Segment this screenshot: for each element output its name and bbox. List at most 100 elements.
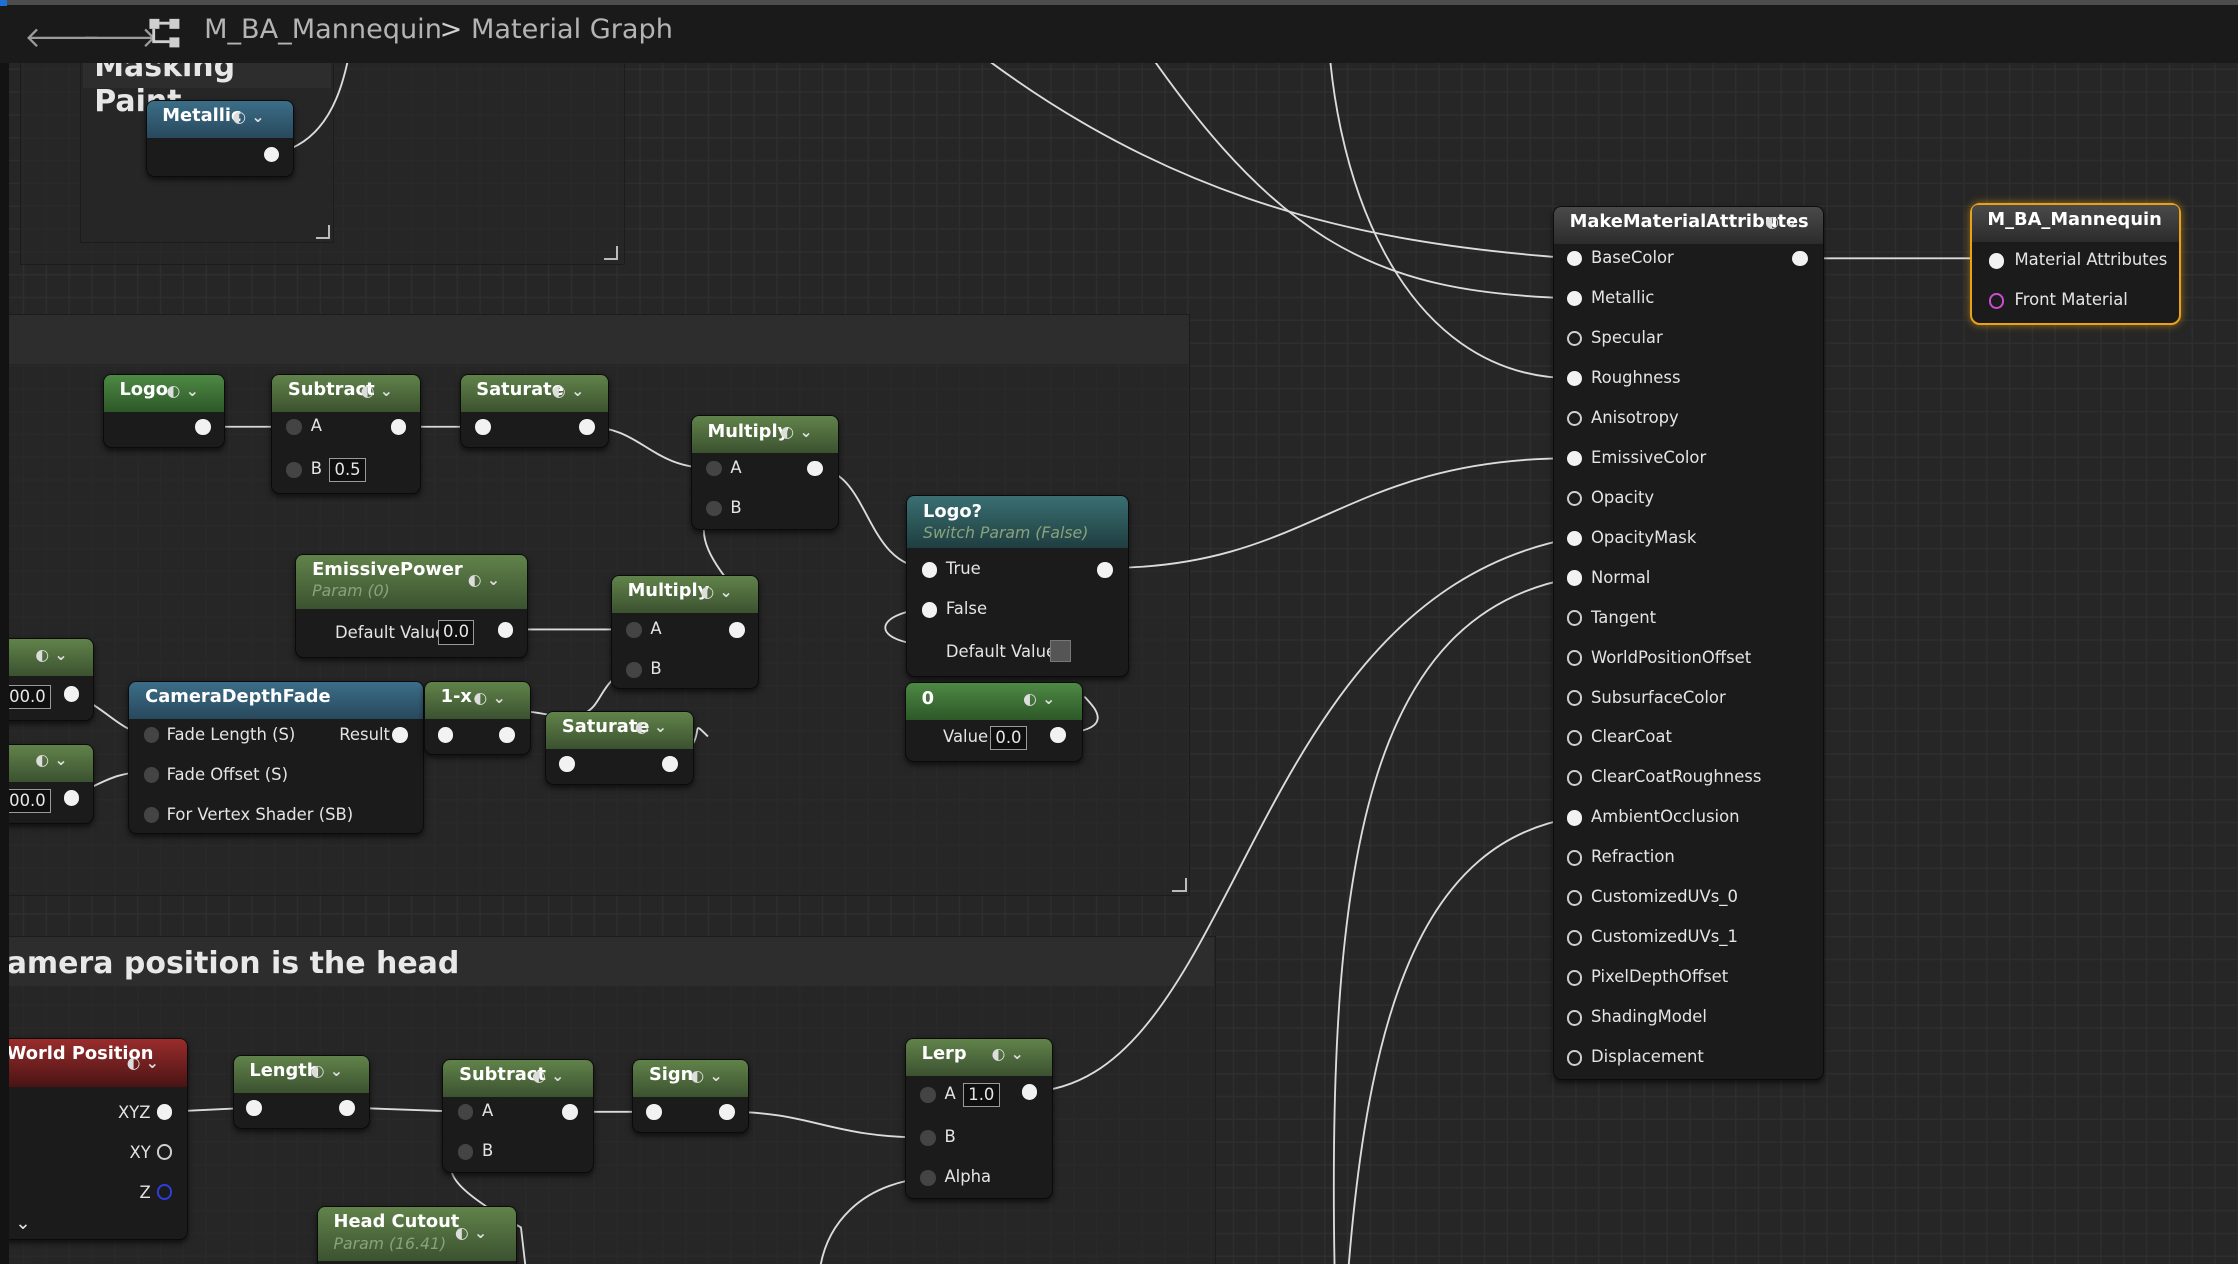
input-pin-false[interactable] [921, 601, 938, 618]
input-pin-a[interactable] [457, 1104, 474, 1120]
input-pin[interactable] [437, 727, 454, 744]
value-field[interactable]: 0.5 [329, 457, 366, 482]
preview-toggle-icon[interactable]: ◐ ⌄ [167, 381, 199, 400]
output-pin[interactable] [1050, 727, 1066, 744]
input-pin-true[interactable] [921, 561, 938, 578]
node-constant-zero[interactable]: 0 ◐ ⌄ Value 0.0 [904, 682, 1084, 763]
input-pin-basecolor[interactable] [1566, 250, 1583, 267]
breadcrumb-graph[interactable]: Material Graph [471, 14, 673, 45]
input-pin-ambientocclusion[interactable] [1566, 810, 1583, 826]
input-pin-b[interactable] [286, 462, 303, 478]
preview-toggle-icon[interactable]: ◐ ⌄ [35, 645, 67, 664]
input-pin-fade-offset[interactable] [143, 767, 160, 784]
output-pin[interactable] [499, 727, 515, 744]
output-pin[interactable] [661, 756, 678, 772]
input-pin-alpha[interactable] [920, 1169, 936, 1186]
input-pin[interactable] [559, 756, 575, 772]
input-pin-opacitymask[interactable] [1566, 530, 1583, 547]
preview-toggle-icon[interactable]: ◐ ⌄ [1023, 689, 1055, 708]
input-pin-anisotropy[interactable] [1566, 410, 1583, 427]
node-sign[interactable]: Sign ◐ ⌄ [632, 1059, 750, 1134]
node-saturate[interactable]: Saturate ◐ ⌄ [459, 373, 610, 449]
forward-arrow-icon[interactable]: 🡒 [81, 19, 158, 54]
node-length[interactable]: Length ◐ ⌄ [232, 1054, 370, 1129]
output-pin[interactable] [497, 621, 514, 638]
node-subtract[interactable]: Subtract ◐ ⌄ A B 0.5 [271, 373, 422, 494]
preview-toggle-icon[interactable]: ◐ ⌄ [35, 750, 67, 769]
output-pin[interactable] [63, 790, 80, 806]
output-pin-xyz[interactable] [156, 1104, 173, 1120]
input-pin-front-material[interactable] [1988, 293, 2005, 309]
preview-toggle-icon[interactable]: ◐ ⌄ [232, 107, 264, 126]
node-one-minus[interactable]: 1-x ◐ ⌄ [423, 680, 531, 756]
node-material-output[interactable]: M_BA_Mannequin Material Attributes Front… [1969, 202, 2181, 326]
output-pin[interactable] [807, 460, 824, 477]
output-pin[interactable] [339, 1100, 355, 1116]
preview-toggle-icon[interactable]: ◐ ⌄ [700, 582, 732, 601]
preview-toggle-icon[interactable]: ◐ ⌄ [455, 1223, 487, 1242]
value-field[interactable]: 0.0 [437, 620, 475, 645]
preview-toggle-icon[interactable]: ◐ ⌄ [635, 717, 667, 736]
preview-toggle-icon[interactable]: ◐ ⌄ [473, 688, 505, 707]
input-pin-a[interactable] [920, 1087, 936, 1103]
preview-toggle-icon[interactable]: ◐ ⌄ [992, 1044, 1024, 1063]
output-pin[interactable] [195, 419, 211, 435]
value-field[interactable]: 00.0 [3, 684, 51, 709]
output-pin-xy[interactable] [156, 1144, 173, 1160]
input-pin-normal[interactable] [1566, 570, 1583, 587]
node-camera-depth-fade[interactable]: CameraDepthFade Fade Length (S) Result F… [128, 680, 424, 834]
output-pin[interactable] [579, 419, 595, 435]
input-pin-displacement[interactable] [1566, 1050, 1583, 1066]
input-pin-b[interactable] [457, 1144, 474, 1160]
node-head-cutout[interactable]: Head Cutout Param (16.41) ◐ ⌄ [316, 1206, 517, 1264]
output-pin[interactable] [718, 1104, 735, 1120]
node-constant[interactable]: ◐ ⌄ 00.0 [0, 743, 95, 824]
output-pin[interactable] [63, 686, 80, 702]
input-pin-fade-length[interactable] [143, 727, 160, 744]
node-logo[interactable]: Logo ◐ ⌄ [102, 373, 226, 449]
node-subtract[interactable]: Subtract ◐ ⌄ A B [442, 1059, 594, 1174]
node-multiply[interactable]: Multiply ◐ ⌄ A B [690, 415, 840, 530]
input-pin-a[interactable] [286, 419, 303, 435]
preview-toggle-icon[interactable]: ◐ ⌄ [127, 1053, 159, 1072]
input-pin[interactable] [646, 1104, 662, 1120]
output-pin[interactable] [728, 621, 745, 638]
input-pin-subsurfacecolor[interactable] [1566, 690, 1583, 707]
input-pin-pixeldepthoffset[interactable] [1566, 970, 1583, 986]
output-pin[interactable] [390, 419, 407, 435]
input-pin-material-attributes[interactable] [1988, 253, 2005, 269]
output-pin[interactable] [1021, 1084, 1038, 1100]
node-lerp[interactable]: Lerp ◐ ⌄ A 1.0 B Alpha [904, 1037, 1054, 1199]
input-pin-b[interactable] [920, 1129, 936, 1146]
input-pin-customizeduvs-1[interactable] [1566, 930, 1583, 946]
breadcrumb-asset[interactable]: M_BA_Mannequin [204, 14, 442, 45]
preview-toggle-icon[interactable]: ◐ ⌄ [532, 1066, 564, 1085]
preview-toggle-icon[interactable]: ◐ ⌄ [1765, 212, 1797, 231]
input-pin-emissivecolor[interactable] [1566, 450, 1583, 467]
input-pin-specular[interactable] [1566, 330, 1583, 347]
input-pin-metallic[interactable] [1566, 290, 1583, 307]
material-graph-canvas[interactable]: 🡐 🡒 M_BA_Mannequin > Material Graph Mask… [0, 0, 2238, 1264]
chevron-down-icon[interactable]: ⌄ [15, 1213, 31, 1234]
value-field[interactable]: 1.0 [962, 1082, 1000, 1108]
input-pin-roughness[interactable] [1566, 370, 1583, 387]
node-metallic[interactable]: Metallic ◐ ⌄ [145, 99, 295, 177]
input-pin-a[interactable] [626, 621, 642, 638]
node-emissive-power[interactable]: EmissivePower Param (0) ◐ ⌄ Default Value … [295, 553, 529, 658]
input-pin-b[interactable] [626, 661, 642, 678]
input-pin[interactable] [246, 1100, 263, 1116]
input-pin-customizeduvs-0[interactable] [1566, 890, 1583, 906]
input-pin-a[interactable] [706, 460, 722, 477]
input-pin-vertex-shader[interactable] [143, 807, 160, 824]
node-saturate[interactable]: Saturate ◐ ⌄ [545, 710, 694, 785]
preview-toggle-icon[interactable]: ◐ ⌄ [552, 381, 584, 400]
input-pin-shadingmodel[interactable] [1566, 1010, 1583, 1026]
preview-toggle-icon[interactable]: ◐ ⌄ [311, 1061, 343, 1080]
output-pin-z[interactable] [156, 1184, 173, 1200]
node-make-material-attributes[interactable]: MakeMaterialAttributes ◐ ⌄ BaseColor Metal… [1552, 205, 1825, 1081]
output-pin[interactable] [1097, 561, 1113, 578]
node-logo-switch[interactable]: Logo? Switch Param (False) True False Def… [906, 495, 1129, 677]
preview-toggle-icon[interactable]: ◐ ⌄ [690, 1066, 722, 1085]
input-pin-opacity[interactable] [1566, 490, 1583, 507]
output-pin[interactable] [1792, 250, 1808, 267]
